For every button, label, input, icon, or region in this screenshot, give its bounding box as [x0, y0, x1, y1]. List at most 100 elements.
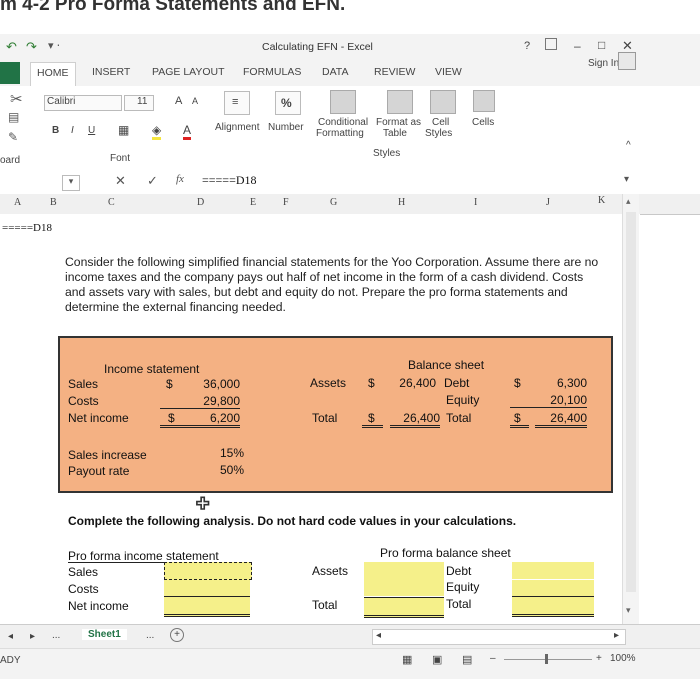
- cancel-icon[interactable]: ✕: [115, 173, 126, 189]
- format-painter-icon[interactable]: ✎: [8, 130, 18, 144]
- quick-access-icon[interactable]: ▾ ⋅: [48, 39, 60, 52]
- add-sheet-button[interactable]: +: [170, 628, 184, 642]
- scroll-down-icon[interactable]: ▾: [626, 605, 631, 616]
- net-income-label: Net income: [68, 411, 129, 425]
- status-ready: ADY: [0, 655, 21, 666]
- pf-total-liabilities-input[interactable]: [512, 597, 594, 617]
- copy-icon[interactable]: ▤: [8, 110, 19, 124]
- page-layout-view-icon[interactable]: ▣: [432, 653, 442, 666]
- hscroll-right-icon[interactable]: ▸: [614, 630, 619, 641]
- col-header-f[interactable]: F: [283, 197, 289, 208]
- tab-data[interactable]: DATA: [322, 66, 348, 78]
- format-as-label[interactable]: Format as: [376, 117, 421, 128]
- underline-button[interactable]: U: [88, 125, 95, 136]
- status-bar: ADY ▦ ▣ ▤ – + 100%: [0, 648, 700, 679]
- col-header-b[interactable]: B: [50, 197, 57, 208]
- pro-forma-balance-title: Pro forma balance sheet: [380, 546, 511, 560]
- normal-view-icon[interactable]: ▦: [402, 653, 412, 666]
- col-header-i[interactable]: I: [474, 197, 477, 208]
- bold-button[interactable]: B: [52, 125, 59, 136]
- cell-b1[interactable]: =====D18: [2, 222, 52, 234]
- tab-insert[interactable]: INSERT: [92, 66, 130, 78]
- collapse-ribbon-icon[interactable]: ^: [626, 140, 631, 151]
- col-header-j[interactable]: J: [546, 197, 550, 208]
- zoom-in-icon[interactable]: +: [596, 653, 602, 664]
- conditional-formatting-icon[interactable]: [330, 90, 356, 114]
- undo-icon[interactable]: ↶: [6, 39, 17, 55]
- tab-home[interactable]: HOME: [30, 62, 76, 89]
- minimize-button[interactable]: –: [574, 39, 581, 53]
- redo-icon[interactable]: ↷: [26, 39, 37, 55]
- cut-icon[interactable]: ✂: [10, 90, 23, 108]
- name-box-dropdown-icon[interactable]: ▾: [62, 175, 80, 191]
- more-sheets-left[interactable]: ...: [52, 630, 60, 641]
- formula-input[interactable]: =====D18: [202, 173, 257, 188]
- cells-icon[interactable]: [473, 90, 495, 112]
- sign-in-link[interactable]: Sign In: [588, 58, 619, 69]
- user-avatar-icon[interactable]: [618, 52, 636, 70]
- pf-total-assets-input[interactable]: [364, 597, 444, 618]
- scroll-thumb[interactable]: [626, 212, 636, 592]
- vertical-scrollbar[interactable]: ▴ ▾: [622, 194, 639, 624]
- col-header-d[interactable]: D: [197, 197, 204, 208]
- help-icon[interactable]: ?: [524, 40, 530, 52]
- zoom-slider[interactable]: [504, 659, 592, 660]
- payout-rate-label: Payout rate: [68, 464, 130, 478]
- instruction-text: Complete the following analysis. Do not …: [68, 514, 517, 528]
- number-format-icon[interactable]: %: [275, 91, 301, 115]
- scroll-up-icon[interactable]: ▴: [626, 196, 631, 207]
- col-header-g[interactable]: G: [330, 197, 337, 208]
- tab-page-layout[interactable]: PAGE LAYOUT: [152, 66, 225, 78]
- horizontal-scrollbar[interactable]: [372, 629, 626, 645]
- alignment-button[interactable]: Alignment: [215, 122, 259, 133]
- enter-icon[interactable]: ✓: [147, 173, 158, 189]
- cell-label[interactable]: Cell: [432, 117, 449, 128]
- prev-sheet-icon[interactable]: ◂: [8, 631, 13, 642]
- font-color-icon[interactable]: A: [183, 123, 192, 140]
- cells-button[interactable]: Cells: [472, 117, 494, 128]
- italic-button[interactable]: I: [71, 125, 74, 136]
- function-icon[interactable]: fx: [176, 173, 184, 185]
- col-header-k[interactable]: K: [598, 195, 605, 206]
- font-size-box[interactable]: 11: [124, 95, 154, 111]
- pf-assets-input[interactable]: [364, 562, 444, 596]
- pf-costs-input[interactable]: [164, 580, 250, 597]
- fill-color-icon[interactable]: ◈: [152, 123, 162, 140]
- file-tab[interactable]: [0, 62, 20, 84]
- cell-styles-label[interactable]: Styles: [425, 128, 452, 139]
- col-header-e[interactable]: E: [250, 197, 256, 208]
- more-sheets-right[interactable]: ...: [146, 630, 154, 641]
- borders-icon[interactable]: ▦: [118, 123, 129, 137]
- hscroll-left-icon[interactable]: ◂: [376, 630, 381, 641]
- tab-formulas[interactable]: FORMULAS: [243, 66, 301, 78]
- pf-equity-input[interactable]: [512, 580, 594, 597]
- shrink-font-icon[interactable]: A: [192, 96, 198, 106]
- given-statements-box: Income statement Sales $ 36,000 Costs 29…: [58, 336, 613, 493]
- pf-net-income-input[interactable]: [164, 597, 250, 617]
- zoom-out-icon[interactable]: –: [490, 653, 496, 664]
- sheet-tab-sheet1[interactable]: Sheet1: [82, 629, 127, 640]
- alignment-icon[interactable]: ≡: [224, 91, 250, 115]
- tab-review[interactable]: REVIEW: [374, 66, 415, 78]
- conditional-label[interactable]: Conditional: [318, 117, 368, 128]
- next-sheet-icon[interactable]: ▸: [30, 631, 35, 642]
- col-header-c[interactable]: C: [108, 197, 115, 208]
- col-header-a[interactable]: A: [14, 197, 21, 208]
- font-name-box[interactable]: Calibri: [44, 95, 122, 111]
- number-button[interactable]: Number: [268, 122, 304, 133]
- formatting-label[interactable]: Formatting: [316, 128, 364, 139]
- pf-sales-input[interactable]: [164, 562, 252, 580]
- zoom-slider-thumb[interactable]: [545, 654, 548, 664]
- grow-font-icon[interactable]: A: [175, 95, 182, 107]
- expand-formula-icon[interactable]: ▾: [624, 174, 629, 185]
- format-as-table-icon[interactable]: [387, 90, 413, 114]
- cell-styles-icon[interactable]: [430, 90, 456, 114]
- table-label[interactable]: Table: [383, 128, 407, 139]
- pf-debt-input[interactable]: [512, 562, 594, 579]
- col-header-h[interactable]: H: [398, 197, 405, 208]
- ribbon-display-icon[interactable]: [545, 38, 557, 50]
- zoom-level[interactable]: 100%: [610, 653, 636, 664]
- tab-view[interactable]: VIEW: [435, 66, 462, 78]
- page-break-view-icon[interactable]: ▤: [462, 653, 472, 666]
- maximize-button[interactable]: □: [598, 38, 605, 52]
